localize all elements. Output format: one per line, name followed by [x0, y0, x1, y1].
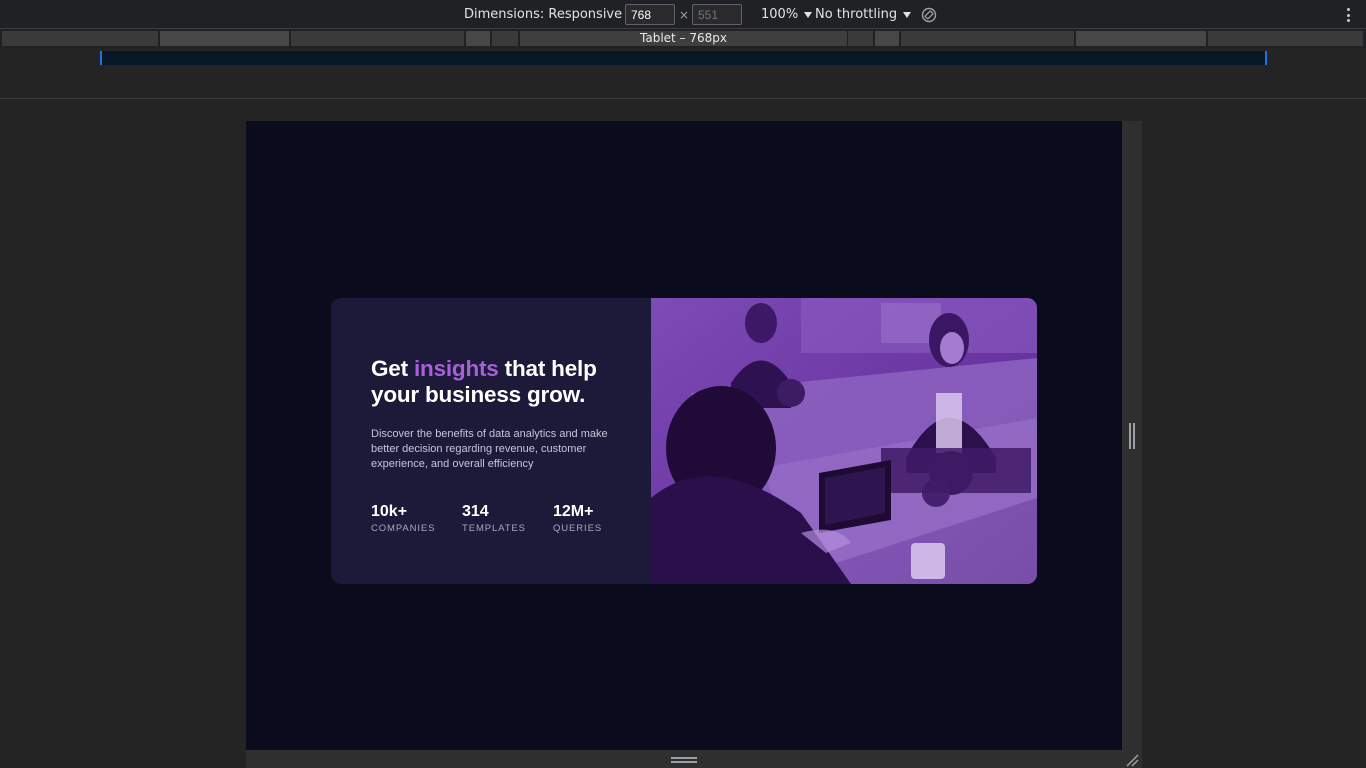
- card-content: Get insights that help your business gro…: [371, 356, 621, 472]
- throttling-dropdown[interactable]: No throttling: [815, 0, 912, 29]
- stats-preview-card: Get insights that help your business gro…: [331, 298, 1037, 584]
- resize-handle-right[interactable]: [1122, 121, 1142, 750]
- media-query-bar: Tablet – 768px: [0, 29, 1366, 48]
- media-query-segment[interactable]: [2, 31, 159, 46]
- width-input[interactable]: [625, 4, 675, 25]
- headline-part1: Get: [371, 356, 414, 381]
- more-vertical-icon[interactable]: [1342, 7, 1354, 23]
- office-photo-illustration: [651, 298, 1037, 584]
- stat-queries: 12M+ QUERIES: [553, 503, 602, 534]
- stat-label: TEMPLATES: [462, 523, 526, 534]
- chevron-down-icon: [903, 11, 912, 18]
- stat-label: COMPANIES: [371, 523, 436, 534]
- stat-value: 12M+: [553, 503, 594, 520]
- stat-label: QUERIES: [553, 523, 603, 534]
- zoom-dropdown[interactable]: 100%: [761, 0, 813, 29]
- resize-corner-icon[interactable]: [1124, 752, 1140, 768]
- description: Discover the benefits of data analytics …: [371, 428, 608, 470]
- stats-row: 10k+ COMPANIES 314 TEMPLATES 12M+ QUERIE…: [371, 503, 631, 543]
- office-photo: [651, 298, 1037, 584]
- resize-handle-bottom[interactable]: [246, 750, 1142, 768]
- grip-icon: [1129, 423, 1135, 449]
- stat-templates: 314 TEMPLATES: [462, 503, 526, 534]
- throttling-label: No throttling: [815, 7, 898, 22]
- media-query-segment[interactable]: [875, 31, 900, 46]
- dimensions-label: Dimensions: Responsive: [464, 7, 623, 22]
- headline-accent: insights: [413, 356, 499, 381]
- media-query-segment[interactable]: [848, 31, 874, 46]
- zoom-label: 100%: [761, 7, 799, 22]
- media-query-segment[interactable]: [492, 31, 519, 46]
- media-query-segment[interactable]: [1208, 31, 1364, 46]
- stat-value: 10k+: [371, 503, 408, 520]
- headline: Get insights that help your business gro…: [371, 356, 621, 408]
- height-input[interactable]: [692, 4, 742, 25]
- grip-icon: [671, 757, 697, 763]
- device-toolbar: Dimensions: Responsive × 100% No throttl…: [0, 0, 1366, 29]
- media-query-tablet[interactable]: Tablet – 768px: [520, 31, 847, 46]
- media-query-segment[interactable]: [466, 31, 491, 46]
- emulated-viewport: Get insights that help your business gro…: [246, 121, 1122, 750]
- media-query-segment[interactable]: [901, 31, 1075, 46]
- width-ruler: [100, 51, 1267, 65]
- rotate-icon[interactable]: [921, 7, 937, 23]
- stat-value: 314: [462, 503, 489, 520]
- dimensions-dropdown[interactable]: Dimensions: Responsive: [464, 0, 637, 29]
- ruler-spacer: [0, 65, 1366, 99]
- media-query-segment[interactable]: [160, 31, 290, 46]
- media-query-segment[interactable]: [1076, 31, 1207, 46]
- chevron-down-icon: [804, 11, 813, 18]
- stat-companies: 10k+ COMPANIES: [371, 503, 435, 534]
- times-sign: ×: [679, 7, 690, 22]
- media-query-segment[interactable]: [291, 31, 465, 46]
